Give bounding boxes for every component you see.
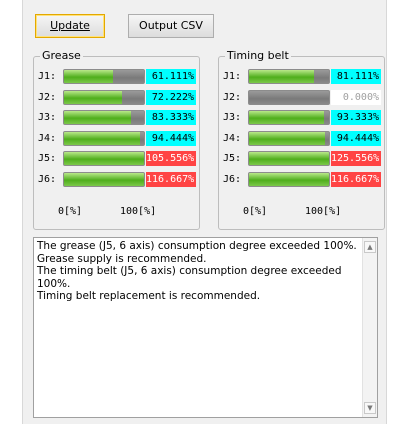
- consumption-bar-fill: [249, 172, 329, 186]
- timing-belt-row-j5: J5: 125.556%: [219, 150, 384, 167]
- consumption-value: 125.556%: [331, 151, 381, 166]
- consumption-bar-fill: [64, 111, 131, 124]
- joint-label: J6:: [38, 173, 57, 185]
- consumption-bar: [248, 130, 330, 146]
- joint-label: J5:: [38, 153, 57, 164]
- output-csv-button-label: Output CSV: [139, 19, 203, 32]
- joint-label: J1:: [38, 71, 57, 82]
- grease-row-j4: J4: 94.444%: [34, 130, 199, 147]
- consumption-bar: [63, 130, 145, 146]
- consumption-bar-fill: [64, 70, 113, 83]
- consumption-bar-fill: [249, 70, 314, 83]
- timing-belt-row-j6: J6: 116.667%: [219, 171, 384, 188]
- consumption-value: 0.000%: [331, 89, 381, 105]
- consumption-value: 81.111%: [331, 69, 381, 84]
- joint-label: J2:: [223, 91, 242, 103]
- timing-belt-row-j1: J1: 81.111%: [219, 68, 384, 85]
- joint-label: J5:: [223, 153, 242, 164]
- consumption-value: 72.222%: [146, 89, 196, 105]
- grease-row-j3: J3: 83.333%: [34, 109, 199, 126]
- consumption-value: 83.333%: [146, 110, 196, 125]
- consumption-bar: [248, 151, 330, 166]
- consumption-value: 105.556%: [146, 151, 196, 166]
- consumption-bar: [248, 89, 330, 105]
- maintenance-panel: Update Output CSV Grease J1: 61.111% J2: 72…: [22, 0, 387, 424]
- output-csv-button[interactable]: Output CSV: [128, 14, 214, 38]
- consumption-bar: [63, 171, 145, 187]
- message-text: The grease (J5, 6 axis) consumption degr…: [37, 240, 357, 302]
- update-button[interactable]: Update: [35, 14, 105, 38]
- joint-label: J6:: [223, 173, 242, 185]
- consumption-bar: [248, 171, 330, 187]
- vertical-scrollbar[interactable]: ▲ ▼: [362, 238, 377, 417]
- grease-group: Grease J1: 61.111% J2: 72.222% J3: 83.333% J4:…: [33, 49, 200, 230]
- consumption-bar: [63, 151, 145, 166]
- consumption-bar-fill: [249, 111, 324, 124]
- consumption-bar-fill: [249, 131, 325, 145]
- consumption-bar-fill: [249, 152, 329, 165]
- timing-belt-axis-min: 0[%]: [243, 206, 268, 217]
- consumption-value: 94.444%: [331, 130, 381, 146]
- consumption-value: 116.667%: [146, 171, 196, 187]
- message-textbox[interactable]: The grease (J5, 6 axis) consumption degr…: [33, 237, 378, 418]
- joint-label: J3:: [223, 112, 242, 123]
- chevron-up-icon[interactable]: ▲: [364, 241, 376, 253]
- grease-row-j6: J6: 116.667%: [34, 171, 199, 188]
- consumption-bar: [248, 69, 330, 84]
- joint-label: J4:: [223, 132, 242, 144]
- consumption-bar: [63, 69, 145, 84]
- joint-label: J2:: [38, 91, 57, 103]
- grease-axis-max: 100[%]: [120, 206, 157, 217]
- update-button-label: Update: [50, 19, 90, 32]
- chevron-down-icon[interactable]: ▼: [364, 402, 376, 414]
- timing-belt-group: Timing belt J1: 81.111% J2: 0.000% J3: 93.333…: [218, 49, 385, 230]
- consumption-bar-fill: [64, 152, 144, 165]
- timing-belt-row-j2: J2: 0.000%: [219, 89, 384, 106]
- grease-row-j2: J2: 72.222%: [34, 89, 199, 106]
- consumption-bar-fill: [64, 131, 140, 145]
- grease-row-j5: J5: 105.556%: [34, 150, 199, 167]
- timing-belt-axis-max: 100[%]: [305, 206, 342, 217]
- grease-group-title: Grease: [40, 49, 83, 63]
- consumption-bar: [248, 110, 330, 125]
- consumption-value: 61.111%: [146, 69, 196, 84]
- joint-label: J4:: [38, 132, 57, 144]
- grease-row-j1: J1: 61.111%: [34, 68, 199, 85]
- consumption-bar: [63, 110, 145, 125]
- joint-label: J1:: [223, 71, 242, 82]
- grease-axis-min: 0[%]: [58, 206, 83, 217]
- timing-belt-row-j4: J4: 94.444%: [219, 130, 384, 147]
- consumption-value: 93.333%: [331, 110, 381, 125]
- consumption-bar-fill: [64, 90, 122, 104]
- timing-belt-group-title: Timing belt: [225, 49, 291, 63]
- consumption-value: 116.667%: [331, 171, 381, 187]
- consumption-value: 94.444%: [146, 130, 196, 146]
- timing-belt-row-j3: J3: 93.333%: [219, 109, 384, 126]
- joint-label: J3:: [38, 112, 57, 123]
- consumption-bar-fill: [64, 172, 144, 186]
- consumption-bar: [63, 89, 145, 105]
